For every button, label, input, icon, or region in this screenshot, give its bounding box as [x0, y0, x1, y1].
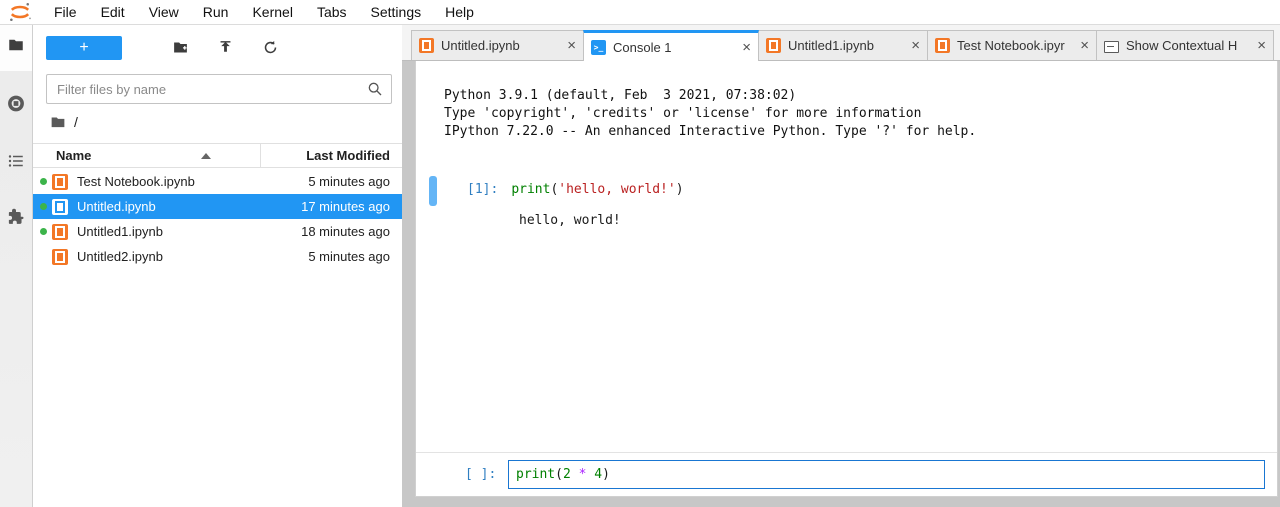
close-icon[interactable]: ×	[911, 38, 920, 53]
file-row[interactable]: Untitled1.ipynb 18 minutes ago	[33, 219, 402, 244]
menu-file[interactable]: File	[42, 0, 89, 24]
menu-settings[interactable]: Settings	[359, 0, 434, 24]
notebook-icon	[766, 38, 781, 53]
home-folder-icon[interactable]	[50, 115, 66, 129]
breadcrumb-root[interactable]: /	[74, 114, 78, 130]
file-last-modified: 17 minutes ago	[301, 199, 390, 214]
token-builtin: print	[516, 467, 556, 482]
executed-cell: [1]: print('hello, world!')	[467, 182, 684, 197]
file-name: Untitled2.ipynb	[77, 249, 163, 264]
column-name[interactable]: Name	[56, 148, 91, 163]
file-name: Untitled.ipynb	[77, 199, 156, 214]
token-plain: )	[602, 467, 610, 482]
tab-show-contextual-h[interactable]: Show Contextual H ×	[1096, 30, 1274, 60]
jupyterlab-window: File Edit View Run Kernel Tabs Settings Help +	[0, 0, 1280, 507]
close-icon[interactable]: ×	[567, 38, 576, 53]
notebook-file-icon	[52, 223, 68, 240]
notebook-icon	[419, 38, 434, 53]
input-prompt-1: [1]:	[467, 182, 499, 197]
tab-test-notebook-ipyr[interactable]: Test Notebook.ipyr ×	[927, 30, 1097, 60]
console-input-prompt: [ ]:	[465, 467, 497, 482]
running-sessions-icon[interactable]	[7, 94, 26, 113]
token-string: 'hello, world!'	[558, 182, 676, 197]
new-folder-icon[interactable]	[172, 39, 189, 56]
close-icon[interactable]: ×	[1257, 38, 1266, 53]
tab-label: Show Contextual H	[1126, 38, 1238, 53]
kernel-running-dot	[40, 178, 47, 185]
kernel-running-dot	[40, 228, 47, 235]
tab-label: Untitled.ipynb	[441, 38, 520, 53]
filter-files-input[interactable]	[46, 74, 392, 104]
file-last-modified: 18 minutes ago	[301, 224, 390, 239]
jupyter-logo-icon	[10, 3, 31, 21]
cell-collapser[interactable]	[429, 176, 437, 206]
close-icon[interactable]: ×	[742, 40, 751, 55]
menu-edit[interactable]: Edit	[89, 0, 137, 24]
file-row[interactable]: Untitled2.ipynb 5 minutes ago	[33, 244, 402, 269]
menu-bar: File Edit View Run Kernel Tabs Settings Help	[0, 0, 1280, 25]
menu-help[interactable]: Help	[433, 0, 486, 24]
upload-icon[interactable]	[217, 39, 234, 56]
menu-tabs[interactable]: Tabs	[305, 0, 359, 24]
search-icon	[367, 81, 383, 97]
token-number: 4	[594, 467, 603, 482]
activity-sidebar	[0, 25, 33, 507]
kernel-running-dot	[40, 253, 47, 260]
table-of-contents-icon[interactable]	[7, 152, 25, 170]
notebook-icon	[935, 38, 950, 53]
file-row[interactable]: Untitled.ipynb 17 minutes ago	[33, 194, 402, 219]
sort-ascending-icon	[201, 152, 212, 159]
cell-code: print('hello, world!')	[511, 182, 683, 197]
file-list: Test Notebook.ipynb 5 minutes ago Untitled…	[33, 169, 402, 269]
console-panel[interactable]: Python 3.9.1 (default, Feb 3 2021, 07:38…	[415, 61, 1278, 497]
main-tab-bar: Untitled.ipynb × >_ Console 1 × Untitled1.ipy…	[402, 25, 1280, 61]
file-name: Test Notebook.ipynb	[77, 174, 195, 189]
column-divider	[260, 144, 261, 168]
column-last-modified[interactable]: Last Modified	[306, 148, 390, 163]
notebook-file-icon	[52, 173, 68, 190]
tab-untitled1-ipynb[interactable]: Untitled1.ipynb ×	[758, 30, 928, 60]
file-browser-panel: + / Name Last Modified	[33, 25, 402, 507]
extensions-icon[interactable]	[7, 208, 26, 227]
file-browser-icon[interactable]	[7, 36, 25, 54]
banner-line: Type 'copyright', 'credits' or 'license'…	[444, 106, 922, 121]
console-banner: Python 3.9.1 (default, Feb 3 2021, 07:38…	[444, 87, 976, 141]
tab-label: Untitled1.ipynb	[788, 38, 874, 53]
console-input-editor[interactable]: print(2 * 4)	[508, 460, 1265, 489]
close-icon[interactable]: ×	[1080, 38, 1089, 53]
file-browser-toolbar: +	[33, 25, 402, 71]
console-icon: >_	[591, 39, 606, 55]
file-list-header[interactable]: Name Last Modified	[33, 143, 402, 168]
token-plain: )	[675, 182, 684, 197]
banner-line: IPython 7.22.0 -- An enhanced Interactiv…	[444, 124, 977, 139]
token-plain: (	[555, 467, 563, 482]
file-name: Untitled1.ipynb	[77, 224, 163, 239]
inspector-icon	[1104, 40, 1119, 53]
file-row[interactable]: Test Notebook.ipynb 5 minutes ago	[33, 169, 402, 194]
token-builtin: print	[511, 182, 551, 197]
menu-view[interactable]: View	[137, 0, 191, 24]
menu-kernel[interactable]: Kernel	[240, 0, 304, 24]
refresh-icon[interactable]	[262, 39, 279, 56]
console-input-code[interactable]: print(2 * 4)	[516, 467, 610, 482]
cell-output: hello, world!	[519, 213, 621, 228]
tab-label: Console 1	[613, 39, 672, 55]
banner-line: Python 3.9.1 (default, Feb 3 2021, 07:38…	[444, 88, 797, 103]
breadcrumb[interactable]: /	[50, 113, 78, 131]
notebook-file-icon	[52, 248, 68, 265]
token-number: 2	[562, 467, 571, 482]
tab-untitled-ipynb[interactable]: Untitled.ipynb ×	[411, 30, 584, 60]
menu-run[interactable]: Run	[191, 0, 241, 24]
kernel-running-dot	[40, 203, 47, 210]
file-last-modified: 5 minutes ago	[308, 174, 390, 189]
notebook-file-icon	[52, 198, 68, 215]
file-last-modified: 5 minutes ago	[308, 249, 390, 264]
dock-panel: Untitled.ipynb × >_ Console 1 × Untitled1.ipy…	[402, 25, 1280, 507]
tab-console-1[interactable]: >_ Console 1 ×	[583, 30, 759, 61]
filter-files-wrap	[46, 74, 392, 104]
input-separator	[416, 452, 1277, 453]
new-launcher-button[interactable]: +	[46, 36, 122, 60]
tab-label: Test Notebook.ipyr	[957, 38, 1065, 53]
